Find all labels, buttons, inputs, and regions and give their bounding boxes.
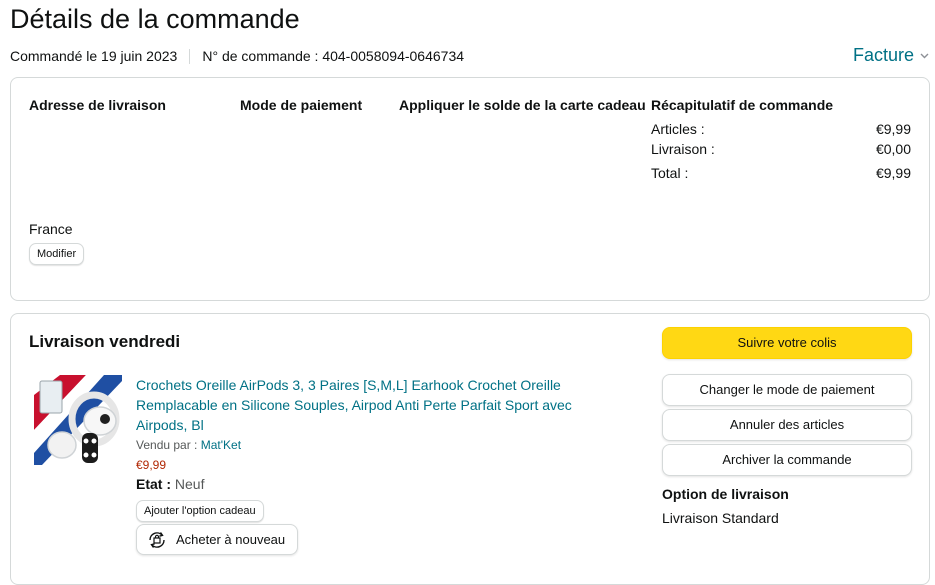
sold-by: Vendu par : Mat'Ket bbox=[136, 437, 241, 453]
archive-order-button[interactable]: Archiver la commande bbox=[662, 444, 912, 476]
summary-shipping-value: €0,00 bbox=[875, 141, 911, 157]
cancel-items-button[interactable]: Annuler des articles bbox=[662, 409, 912, 441]
delivery-heading: Livraison vendredi bbox=[29, 332, 181, 351]
sold-by-label: Vendu par : bbox=[136, 438, 198, 452]
order-number: N° de commande : 404-0058094-0646734 bbox=[202, 48, 465, 64]
order-date: Commandé le 19 juin 2023 bbox=[10, 48, 178, 64]
product-price: €9,99 bbox=[136, 458, 167, 472]
condition-label: Etat : bbox=[136, 476, 171, 492]
shipping-address-heading: Adresse de livraison bbox=[29, 97, 166, 113]
track-package-button[interactable]: Suivre votre colis bbox=[662, 327, 912, 359]
invoice-label[interactable]: Facture bbox=[853, 45, 914, 65]
page-title: Détails de la commande bbox=[10, 4, 300, 34]
change-payment-method-button[interactable]: Changer le mode de paiement bbox=[662, 374, 912, 406]
buy-again-button[interactable]: Acheter à nouveau bbox=[136, 524, 299, 555]
modify-address-button[interactable]: Modifier bbox=[29, 243, 85, 265]
address-country: France bbox=[29, 221, 73, 237]
shipping-option-heading: Option de livraison bbox=[662, 486, 789, 502]
reorder-icon bbox=[146, 530, 168, 550]
invoice-dropdown[interactable]: Facture bbox=[853, 42, 929, 66]
buy-again-label[interactable]: Acheter à nouveau bbox=[176, 531, 285, 549]
delivery-box: Livraison vendredi Crochets Oreille AirP… bbox=[10, 313, 930, 585]
condition-value: Neuf bbox=[174, 476, 205, 492]
summary-total-value: €9,99 bbox=[875, 165, 911, 181]
summary-shipping-label: Livraison : bbox=[651, 141, 715, 157]
summary-items-label: Articles : bbox=[651, 121, 705, 137]
summary-total-label: Total : bbox=[651, 165, 689, 181]
order-meta: Commandé le 19 juin 2023 N° de commande :… bbox=[10, 47, 464, 65]
order-summary-box: Adresse de livraison Mode de paiement Ap… bbox=[10, 77, 930, 301]
add-gift-option-button[interactable]: Ajouter l'option cadeau bbox=[136, 500, 264, 522]
payment-method-heading: Mode de paiement bbox=[240, 97, 363, 113]
gift-card-heading: Appliquer le solde de la carte cadeau bbox=[399, 97, 646, 113]
shipping-option-value: Livraison Standard bbox=[662, 510, 779, 526]
summary-items-value: €9,99 bbox=[875, 121, 911, 137]
product-image[interactable] bbox=[34, 375, 122, 465]
chevron-down-icon bbox=[920, 42, 929, 64]
product-title-link[interactable]: Crochets Oreille AirPods 3, 3 Paires [S,… bbox=[136, 375, 606, 435]
order-summary-heading: Récapitulatif de commande bbox=[651, 97, 834, 113]
divider bbox=[189, 49, 191, 64]
seller-link[interactable]: Mat'Ket bbox=[201, 438, 241, 452]
product-condition: Etat : Neuf bbox=[136, 475, 204, 493]
